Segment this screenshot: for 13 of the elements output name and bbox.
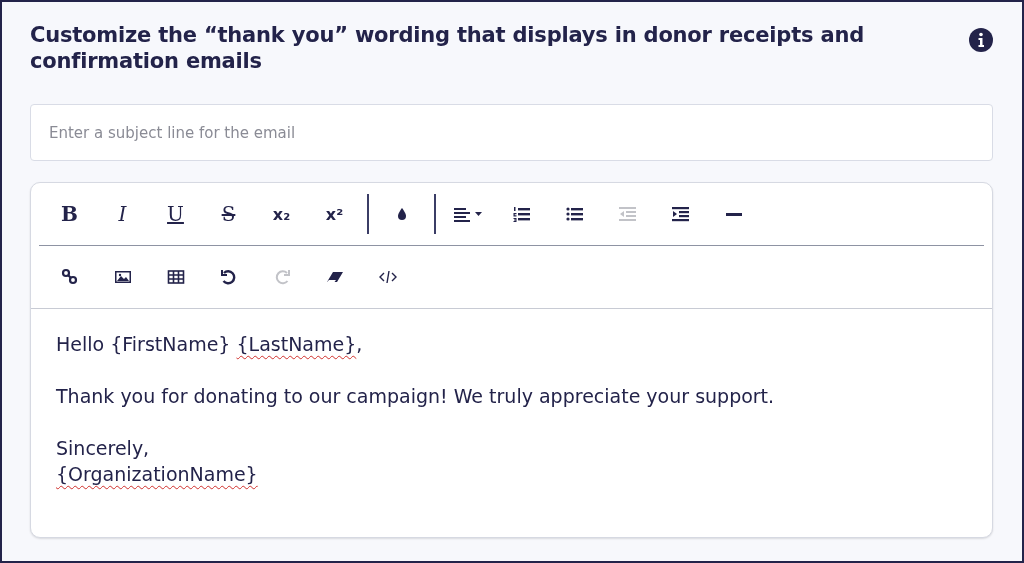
email-text-line: Hello {FirstName} {LastName}, [56,332,364,357]
info-icon[interactable] [969,28,993,52]
format-button[interactable]: x² [308,196,361,232]
format-button[interactable]: x₂ [255,196,308,232]
format-button[interactable]: B [43,196,96,232]
section-title: Customize the “thank you” wording that displays in donor receipts and confirmation emails [30,22,865,74]
format-button[interactable]: I [96,196,149,232]
subject-field[interactable]: Enter a subject line for the email [30,104,993,161]
email-text-line: Sincerely, [56,436,151,461]
email-text-line: {OrganizationName} [56,462,259,487]
format-button[interactable]: S [202,196,255,232]
email-text-line: Thank you for donating to our campaign! We truly appreciate your support. [56,384,776,409]
format-button[interactable]: U [149,196,202,232]
